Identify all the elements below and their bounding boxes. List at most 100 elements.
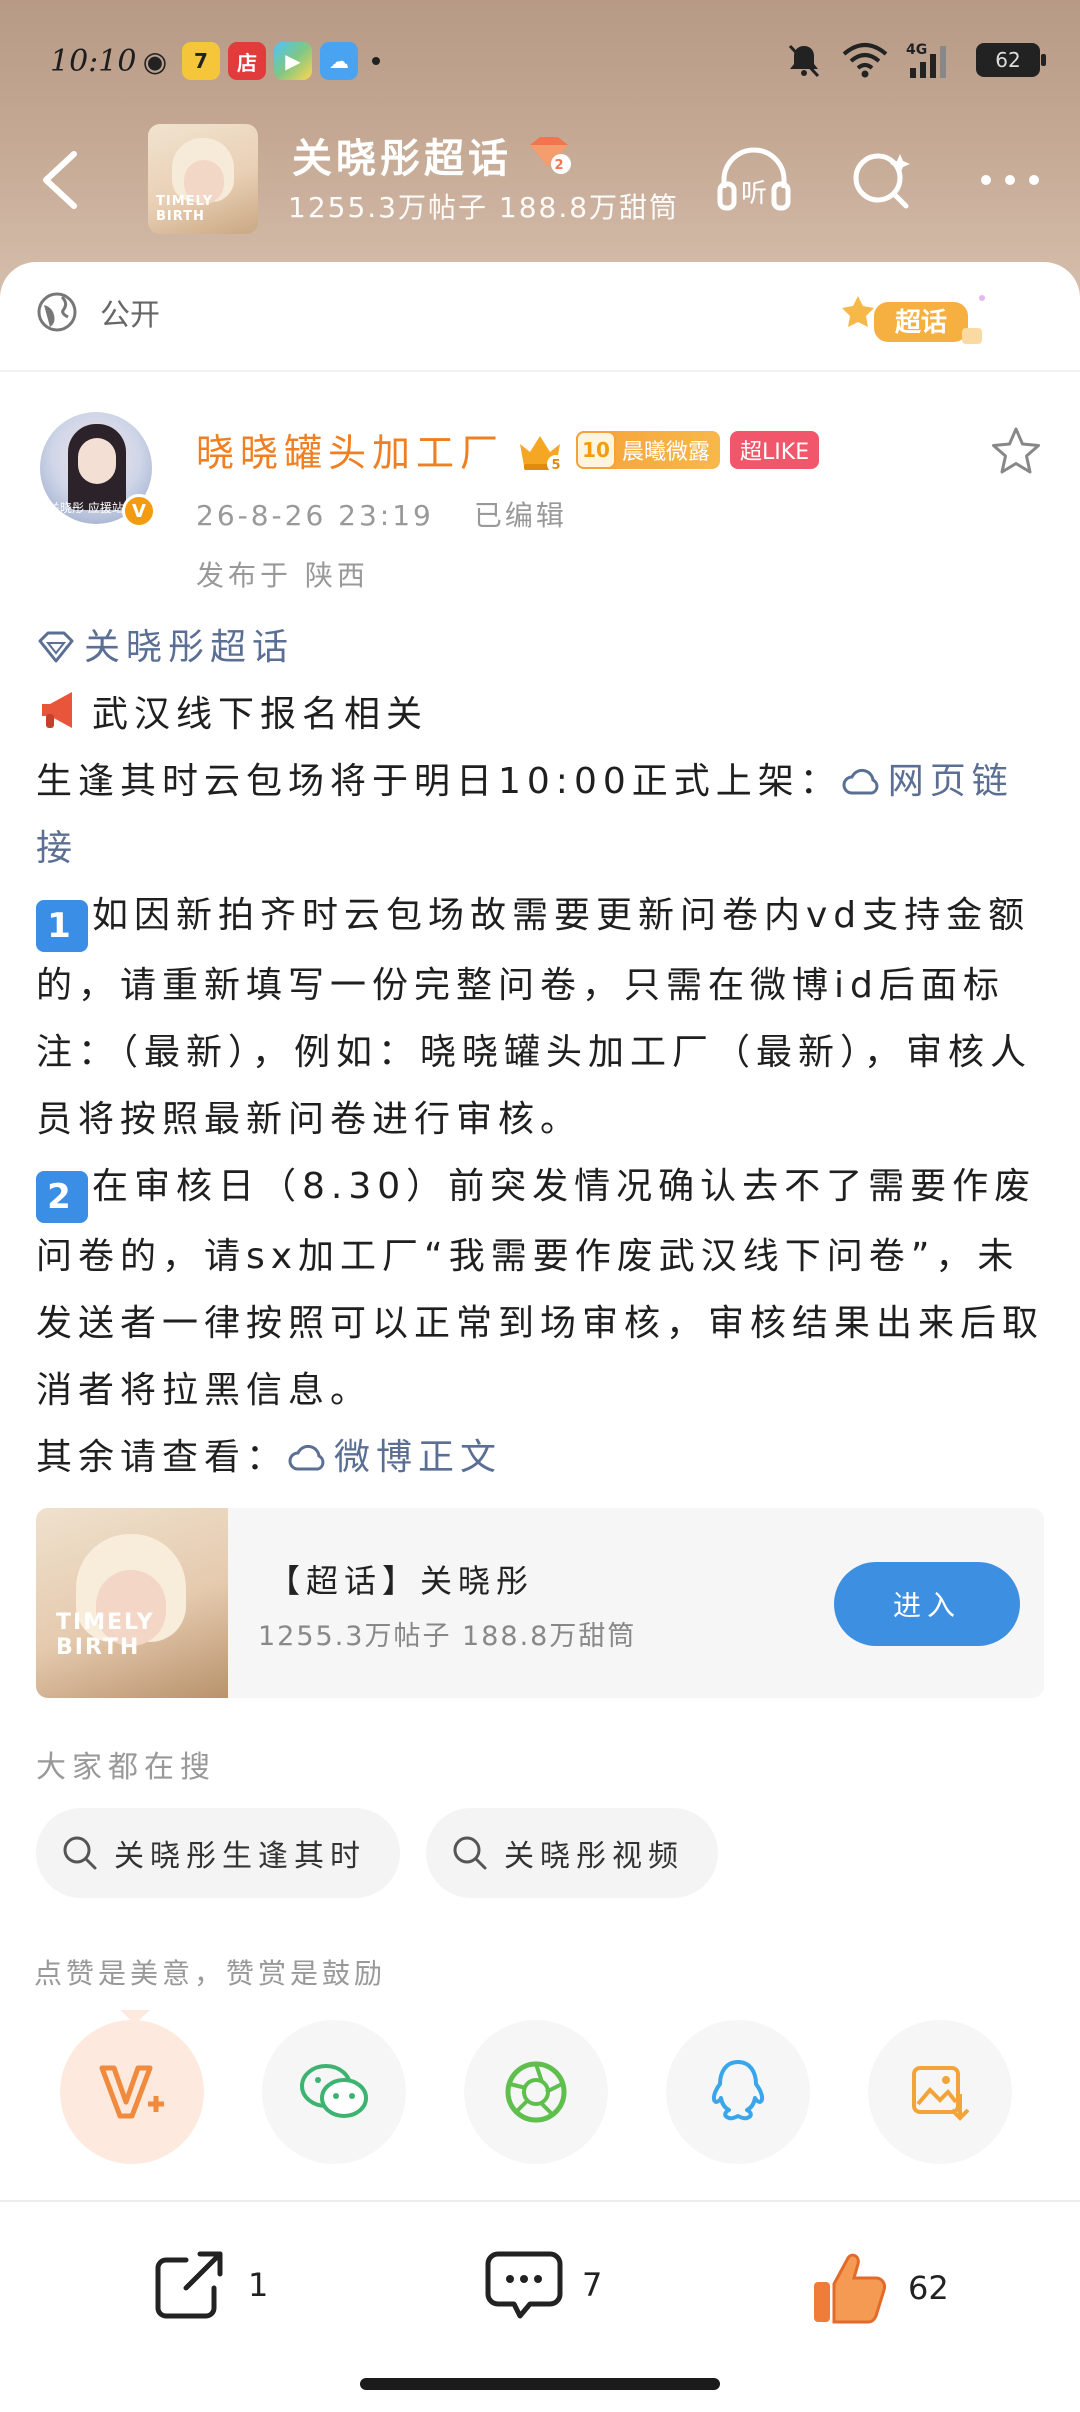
topic-level-number: 2 xyxy=(554,158,567,173)
globe-icon xyxy=(37,292,77,332)
link-cloud-icon xyxy=(288,1444,325,1471)
body-line-1: 生逢其时云包场将于明日10:00正式上架： 网页链接 xyxy=(36,748,1046,882)
status-time: 10:10 xyxy=(50,44,137,79)
post-location: 发布于 陕西 xyxy=(196,559,369,592)
reward-button[interactable] xyxy=(60,2020,204,2164)
post-date: 26-8-26 23:19 xyxy=(196,499,434,532)
nav-actions: 听 xyxy=(714,144,1050,216)
crown-level-icon[interactable]: 5 xyxy=(514,426,566,474)
header-divider xyxy=(0,370,1080,372)
body-paragraph-1-text: 如因新拍齐时云包场故需要更新问卷内vd支持金额的，请重新填写一份完整问卷，只需在… xyxy=(36,895,1033,1140)
chaohua-badge-label: 超话 xyxy=(895,308,947,338)
svg-text:4G: 4G xyxy=(906,42,927,58)
super-cover-title: TIMELY BIRTH xyxy=(56,1610,155,1660)
post-card: 公开 超话 关晓彤 应援站 V 晓晓罐头加工厂 5 10 晨曦微露 超LIKE xyxy=(0,262,1080,2212)
topic-nav-bar: TIMELY BIRTH 关晓彤超话 2 1255.3万帖子 188.8万甜筒 … xyxy=(0,120,1080,240)
wifi-icon xyxy=(842,43,888,78)
body-heading: 武汉线下报名相关 xyxy=(36,681,1046,748)
topic-tag-link[interactable]: 关晓彤超话 xyxy=(36,614,1046,681)
edited-label[interactable]: 已编辑 xyxy=(474,499,567,532)
repost-count: 1 xyxy=(248,2266,269,2304)
video-app-notification-icon: ▶ xyxy=(274,42,312,80)
like-count: 62 xyxy=(908,2269,949,2307)
body-line-1-text: 生逢其时云包场将于明日10:00正式上架： xyxy=(36,761,842,802)
topic-cover-thumbnail[interactable]: TIMELY BIRTH xyxy=(148,124,258,234)
share-qq-button[interactable] xyxy=(666,2020,810,2164)
search-icon[interactable] xyxy=(842,144,922,216)
share-wechat-button[interactable] xyxy=(262,2020,406,2164)
body-paragraph-2: 2 在审核日（8.30）前突发情况确认去不了需要作废问卷的，请sx加工厂“我需要作… xyxy=(36,1153,1046,1424)
search-chip-2[interactable]: 关晓彤视频 xyxy=(426,1808,718,1898)
topic-level-gem-icon: 2 xyxy=(530,137,571,174)
search-chip-2-text: 关晓彤视频 xyxy=(504,1839,684,1874)
wechat-icon xyxy=(300,2064,368,2118)
verified-badge-icon: V xyxy=(122,494,156,528)
save-image-button[interactable] xyxy=(868,2020,1012,2164)
weather-notification-icon: ☁ xyxy=(320,42,358,80)
diamond-topic-icon xyxy=(38,631,74,662)
thumbs-up-icon xyxy=(814,2253,886,2324)
trending-search-chips: 关晓彤生逢其时 关晓彤视频 xyxy=(36,1808,718,1898)
share-row xyxy=(60,2020,1012,2164)
more-notifications-dot xyxy=(372,57,380,65)
super-like-label: 超LIKE xyxy=(740,439,810,465)
super-topic-stats: 1255.3万帖子 188.8万甜筒 xyxy=(258,1621,637,1652)
save-image-icon xyxy=(912,2066,970,2121)
megaphone-icon xyxy=(42,692,72,728)
back-arrow-icon[interactable] xyxy=(34,142,90,218)
super-topic-card[interactable]: TIMELY BIRTH 【超话】关晓彤 1255.3万帖子 188.8万甜筒 … xyxy=(36,1508,1044,1698)
share-moments-button[interactable] xyxy=(464,2020,608,2164)
more-options-icon[interactable] xyxy=(970,144,1050,216)
author-name[interactable]: 晓晓罐头加工厂 xyxy=(196,422,504,477)
comment-button[interactable]: 7 xyxy=(484,2248,602,2322)
fan-level-badge[interactable]: 10 晨曦微露 xyxy=(576,430,721,469)
wechat-notification-icon: ◉ xyxy=(142,44,168,78)
avatar-caption: 关晓彤 应援站 xyxy=(48,501,124,515)
chaohua-badge-icon[interactable]: 超话 xyxy=(840,288,990,352)
status-bar: 10:10 ◉ 7 店 ▶ ☁ 4G 62 xyxy=(0,30,1080,94)
listen-icon[interactable]: 听 xyxy=(714,144,794,216)
favorite-star-icon[interactable] xyxy=(988,424,1044,480)
search-icon xyxy=(453,1836,487,1870)
author-row: 晓晓罐头加工厂 5 10 晨曦微露 超LIKE xyxy=(196,422,820,477)
super-like-badge[interactable]: 超LIKE xyxy=(730,430,820,469)
super-topic-cover: TIMELY BIRTH xyxy=(36,1508,228,1698)
body-heading-text: 武汉线下报名相关 xyxy=(92,694,429,735)
crown-level-number: 5 xyxy=(551,458,560,473)
enter-button[interactable]: 进入 xyxy=(834,1562,1020,1646)
visibility-label: 公开 xyxy=(100,298,160,333)
search-chip-1-text: 关晓彤生逢其时 xyxy=(114,1839,366,1874)
number-2-icon: 2 xyxy=(36,1171,88,1223)
repost-button[interactable]: 1 xyxy=(150,2248,268,2322)
search-icon xyxy=(63,1836,97,1870)
number-1-icon: 1 xyxy=(36,900,88,952)
home-indicator[interactable] xyxy=(360,2378,720,2390)
search-chip-1[interactable]: 关晓彤生逢其时 xyxy=(36,1808,400,1898)
qq-penguin-icon xyxy=(711,2060,765,2121)
reward-v-plus-icon xyxy=(99,2065,164,2119)
status-right-icons: 4G 62 xyxy=(784,40,1046,80)
bottom-action-bar: 1 7 62 xyxy=(0,2200,1080,2412)
super-topic-title: 【超话】关晓彤 xyxy=(268,1562,535,1600)
body-paragraph-1: 1 如因新拍齐时云包场故需要更新问卷内vd支持金额的，请重新填写一份完整问卷，只需… xyxy=(36,882,1046,1153)
comment-icon xyxy=(485,2251,563,2319)
app-seven-notification-icon: 7 xyxy=(182,42,220,80)
battery-indicator: 62 xyxy=(976,43,1046,77)
fan-badge-label: 晨曦微露 xyxy=(622,439,711,465)
topic-title-text: 关晓彤超话 xyxy=(292,136,512,182)
link-cloud-icon xyxy=(842,768,879,795)
mute-icon xyxy=(788,44,820,78)
status-notification-icons: ◉ 7 店 ▶ ☁ xyxy=(136,42,380,80)
body-paragraph-2-text: 在审核日（8.30）前突发情况确认去不了需要作废问卷的，请sx加工厂“我需要作废… xyxy=(36,1166,1045,1411)
fan-level-number: 10 xyxy=(576,430,617,469)
like-button[interactable]: 62 xyxy=(810,2248,949,2328)
body-tail-text: 其余请查看： xyxy=(36,1437,289,1478)
reward-tip: 点赞是美意，赞赏是鼓励 xyxy=(34,1957,387,1990)
weibo-article-link[interactable]: 微博正文 xyxy=(288,1437,502,1478)
topic-tag-text: 关晓彤超话 xyxy=(84,627,295,668)
battery-level: 62 xyxy=(995,48,1021,72)
moments-aperture-icon xyxy=(505,2061,567,2123)
cellular-signal-icon: 4G xyxy=(906,42,946,78)
topic-title[interactable]: 关晓彤超话 2 xyxy=(292,126,572,184)
trending-search-label: 大家都在搜 xyxy=(36,1750,216,1785)
